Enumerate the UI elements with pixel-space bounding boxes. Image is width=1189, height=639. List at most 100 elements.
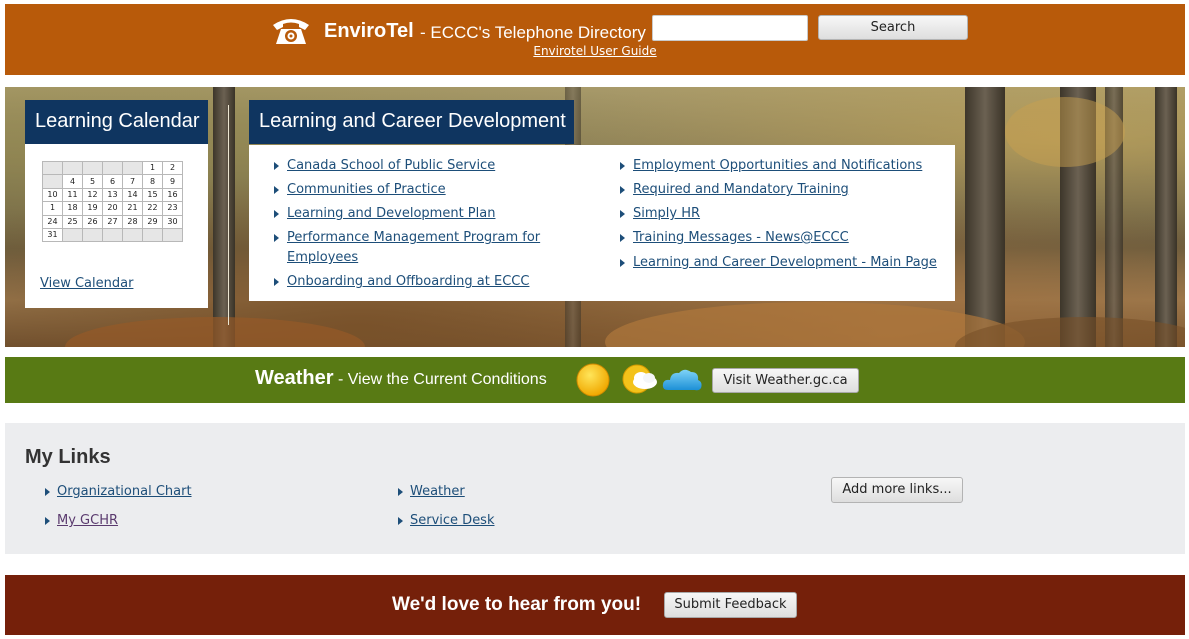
directory-search-input[interactable] (652, 15, 808, 41)
calendar-day[interactable]: 21 (122, 201, 143, 216)
calendar-day[interactable]: 2 (162, 160, 183, 176)
link-canada-school[interactable]: Canada School of Public Service (287, 156, 495, 176)
calendar-week-row: 31 (42, 227, 183, 243)
link-employment-opportunities[interactable]: Employment Opportunities and Notificatio… (633, 156, 922, 176)
calendar-empty-cell (82, 160, 103, 176)
link-weather[interactable]: Weather (410, 484, 465, 499)
calendar-day[interactable]: 19 (82, 201, 103, 216)
calendar-day[interactable]: 8 (142, 174, 163, 189)
calendar-day[interactable]: 13 (102, 187, 123, 203)
calendar-empty-cell (162, 227, 183, 243)
calendar-empty-cell (122, 160, 143, 176)
calendar-empty-cell (42, 174, 63, 189)
calendar-day[interactable]: 22 (142, 201, 163, 216)
calendar-day[interactable]: 1 (42, 201, 63, 216)
link-required-training[interactable]: Required and Mandatory Training (633, 180, 849, 200)
view-calendar-link[interactable]: View Calendar (40, 276, 133, 291)
telephone-icon (273, 19, 309, 44)
bullet-icon (45, 517, 50, 525)
calendar-day[interactable]: 31 (42, 227, 63, 243)
calendar-day[interactable]: 18 (62, 201, 83, 216)
learning-calendar-heading: Learning Calendar (25, 100, 208, 144)
calendar-week-row: 10 11 12 13 14 15 16 (42, 187, 183, 203)
calendar-grid: 1 2 4 5 6 7 8 9 10 11 12 13 14 15 16 1 18 19 20 21 22 23 24 25 2… (42, 160, 183, 243)
calendar-day[interactable]: 25 (62, 214, 83, 229)
calendar-day[interactable]: 16 (162, 187, 183, 203)
my-links-title: My Links (25, 446, 111, 468)
envirotel-user-guide-link[interactable]: Envirotel User Guide (0, 44, 1189, 58)
calendar-day[interactable]: 20 (102, 201, 123, 216)
bullet-icon (620, 210, 625, 218)
bullet-icon (398, 488, 403, 496)
weather-title: Weather (255, 367, 334, 389)
calendar-day[interactable]: 15 (142, 187, 163, 203)
bullet-icon (274, 278, 279, 286)
calendar-empty-cell (42, 160, 63, 176)
calendar-day[interactable]: 24 (42, 214, 63, 229)
envirotel-brand: EnviroTel (324, 20, 414, 42)
hero-divider (228, 105, 229, 325)
calendar-empty-cell (102, 160, 123, 176)
bullet-icon (274, 186, 279, 194)
link-service-desk[interactable]: Service Desk (410, 513, 495, 528)
weather-subtitle: - View the Current Conditions (338, 371, 547, 388)
calendar-day[interactable]: 28 (122, 214, 143, 229)
envirotel-subtitle: - ECCC's Telephone Directory (420, 23, 646, 42)
calendar-day[interactable]: 23 (162, 201, 183, 216)
calendar-day[interactable]: 7 (122, 174, 143, 189)
calendar-day[interactable]: 9 (162, 174, 183, 189)
calendar-day[interactable]: 12 (82, 187, 103, 203)
calendar-day[interactable]: 4 (62, 174, 83, 189)
link-performance-management-line2[interactable]: Employees (287, 248, 358, 268)
calendar-week-row: 24 25 26 27 28 29 30 (42, 214, 183, 229)
calendar-day[interactable]: 26 (82, 214, 103, 229)
calendar-empty-cell (82, 227, 103, 243)
link-communities-of-practice[interactable]: Communities of Practice (287, 180, 446, 200)
learning-career-heading: Learning and Career Development (249, 100, 574, 144)
submit-feedback-button[interactable]: Submit Feedback (664, 592, 797, 618)
link-lcd-main-page[interactable]: Learning and Career Development - Main P… (633, 253, 937, 273)
bullet-icon (620, 162, 625, 170)
bullet-icon (274, 210, 279, 218)
calendar-day[interactable]: 27 (102, 214, 123, 229)
calendar-day[interactable]: 10 (42, 187, 63, 203)
bullet-icon (274, 234, 279, 242)
bullet-icon (620, 234, 625, 242)
add-more-links-button[interactable]: Add more links... (831, 477, 963, 503)
calendar-week-row: 1 18 19 20 21 22 23 (42, 201, 183, 216)
weather-bar: Weather - View the Current Conditions Vi… (5, 357, 1185, 403)
calendar-empty-cell (62, 227, 83, 243)
link-learning-development-plan[interactable]: Learning and Development Plan (287, 204, 495, 224)
link-onboarding-offboarding[interactable]: Onboarding and Offboarding at ECCC (287, 272, 529, 292)
calendar-empty-cell (102, 227, 123, 243)
link-organizational-chart[interactable]: Organizational Chart (57, 484, 192, 499)
calendar-empty-cell (142, 227, 163, 243)
calendar-empty-cell (122, 227, 143, 243)
link-simply-hr[interactable]: Simply HR (633, 204, 700, 224)
cloud-icon (662, 369, 702, 391)
calendar-week-row: 456789 (42, 174, 183, 189)
calendar-day[interactable]: 11 (62, 187, 83, 203)
sun-icon (576, 363, 610, 397)
calendar-day[interactable]: 29 (142, 214, 163, 229)
link-training-messages[interactable]: Training Messages - News@ECCC (633, 228, 849, 248)
calendar-day[interactable]: 1 (142, 160, 163, 176)
feedback-bar: We'd love to hear from you! Submit Feedb… (5, 575, 1185, 635)
sun-cloud-icon (622, 364, 657, 394)
link-performance-management[interactable]: Performance Management Program for (287, 228, 540, 248)
link-my-gchr[interactable]: My GCHR (57, 513, 118, 528)
envirotel-banner: EnviroTel - ECCC's Telephone Directory (5, 4, 1185, 75)
calendar-day[interactable]: 14 (122, 187, 143, 203)
my-links-panel: My Links Organizational Chart My GCHR We… (5, 423, 1185, 554)
feedback-text: We'd love to hear from you! (392, 594, 642, 615)
visit-weather-button[interactable]: Visit Weather.gc.ca (712, 368, 859, 393)
bullet-icon (398, 517, 403, 525)
calendar-week-row: 12 (42, 160, 183, 176)
calendar-day[interactable]: 30 (162, 214, 183, 229)
calendar-day[interactable]: 6 (102, 174, 123, 189)
calendar-day[interactable]: 5 (82, 174, 103, 189)
directory-search-button[interactable]: Search (818, 15, 968, 40)
calendar-empty-cell (62, 160, 83, 176)
bullet-icon (45, 488, 50, 496)
bullet-icon (620, 186, 625, 194)
